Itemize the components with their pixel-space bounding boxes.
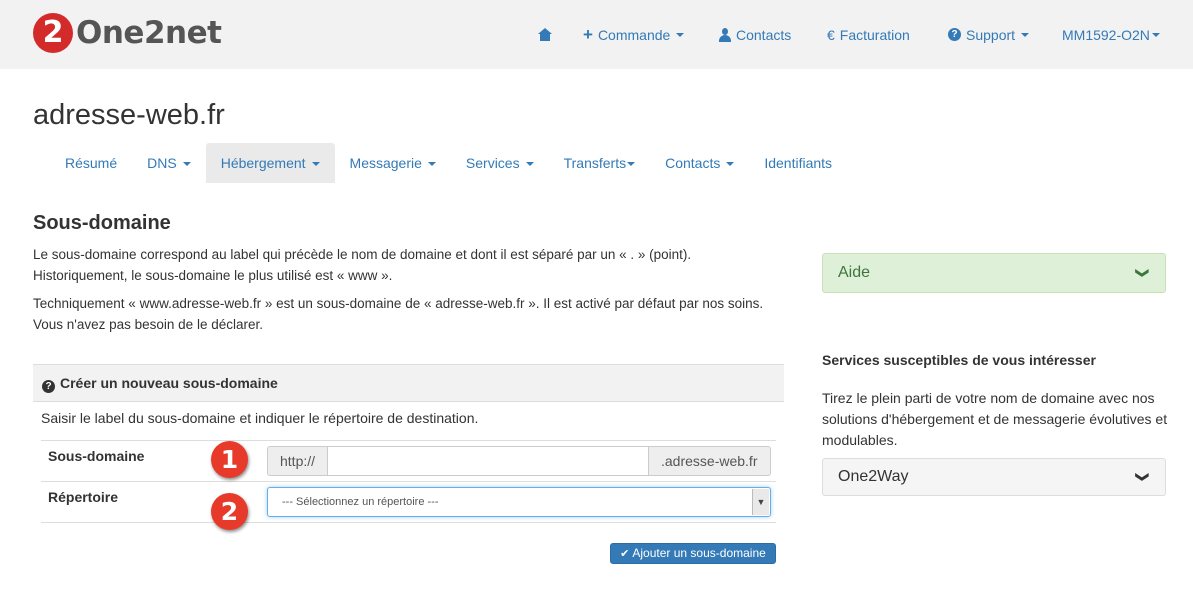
divider	[41, 440, 776, 441]
one2way-accordion[interactable]: One2Way ❯	[822, 458, 1166, 496]
directory-select[interactable]: --- Sélectionnez un répertoire --- ▼	[267, 487, 771, 517]
tab-identifiants[interactable]: Identifiants	[749, 143, 847, 183]
caret-down-icon	[627, 162, 636, 167]
domain-suffix: .adresse-web.fr	[648, 446, 771, 476]
subdomain-input-group: http:// .adresse-web.fr	[267, 446, 771, 476]
nav-contacts-label: Contacts	[736, 26, 792, 43]
protocol-prefix: http://	[267, 446, 328, 476]
domain-title: adresse-web.fr	[33, 99, 225, 131]
directory-selected-value: --- Sélectionnez un répertoire ---	[282, 496, 439, 508]
caret-down-icon	[311, 162, 320, 167]
home-icon	[538, 28, 552, 41]
divider	[41, 522, 776, 523]
nav-contacts[interactable]: Contacts	[719, 0, 791, 69]
euro-icon: €	[827, 26, 835, 43]
caret-down-icon	[182, 162, 191, 167]
nav-support[interactable]: ? Support	[948, 0, 1030, 69]
check-icon: ✔	[620, 548, 630, 560]
step-badge-1: 1	[211, 441, 248, 478]
nav-commande[interactable]: + Commande	[583, 0, 685, 69]
question-icon: ?	[948, 28, 961, 41]
logo-mark: 2	[33, 13, 73, 53]
section-title: Sous-domaine	[33, 212, 171, 234]
caret-down-icon	[1021, 32, 1030, 37]
one2way-label: One2Way	[838, 468, 909, 485]
add-subdomain-label: Ajouter un sous-domaine	[632, 546, 766, 560]
caret-down-icon	[726, 162, 735, 167]
nav-facturation-label: Facturation	[839, 26, 910, 43]
top-navbar: 2 One2net + Commande Contacts € Facturat…	[0, 0, 1193, 69]
nav-account-label: MM1592-O2N	[1062, 26, 1150, 43]
tab-messagerie[interactable]: Messagerie	[335, 143, 451, 183]
panel-title: Créer un nouveau sous-domaine	[60, 375, 278, 391]
help-accordion[interactable]: Aide ❯	[822, 253, 1166, 293]
tab-transferts[interactable]: Transferts	[549, 143, 651, 183]
services-title: Services susceptibles de vous intéresser	[822, 352, 1096, 368]
panel-description: Saisir le label du sous-domaine et indiq…	[41, 410, 479, 426]
nav-account[interactable]: MM1592-O2N	[1062, 0, 1160, 69]
nav-home[interactable]	[538, 0, 552, 69]
tab-services[interactable]: Services	[451, 143, 549, 183]
tab-resume[interactable]: Résumé	[50, 143, 132, 183]
directory-label: Répertoire	[48, 489, 119, 505]
tab-hebergement[interactable]: Hébergement	[205, 143, 335, 183]
plus-icon: +	[583, 24, 593, 44]
intro-paragraph: Le sous-domaine correspond au label qui …	[33, 247, 692, 283]
step-badge-2: 2	[211, 493, 248, 530]
question-icon: ?	[42, 380, 55, 393]
subdomain-input[interactable]	[328, 446, 648, 476]
caret-down-icon	[427, 162, 436, 167]
chevron-down-icon: ❯	[1135, 471, 1151, 483]
domain-tabs: Résumé DNS Hébergement Messagerie Servic…	[50, 143, 847, 183]
caret-down-icon	[1151, 32, 1160, 37]
brand-logo[interactable]: 2 One2net	[33, 13, 222, 53]
chevron-down-icon: ❯	[1135, 267, 1151, 279]
nav-commande-label: Commande	[597, 26, 671, 43]
nav-facturation[interactable]: € Facturation	[827, 0, 910, 69]
technical-paragraph: Techniquement « www.adresse-web.fr » est…	[33, 296, 764, 332]
nav-support-label: Support	[966, 26, 1016, 43]
create-subdomain-panel: ? Créer un nouveau sous-domaine	[33, 364, 784, 402]
caret-down-icon	[676, 32, 685, 37]
tab-contacts[interactable]: Contacts	[650, 143, 749, 183]
chevron-down-icon[interactable]: ▼	[752, 489, 769, 515]
add-subdomain-button[interactable]: ✔ Ajouter un sous-domaine	[610, 543, 776, 564]
user-icon	[719, 27, 731, 42]
divider	[41, 481, 776, 482]
caret-down-icon	[525, 162, 534, 167]
tab-dns[interactable]: DNS	[132, 143, 206, 183]
subdomain-label: Sous-domaine	[48, 448, 145, 464]
services-text: Tirez le plein parti de votre nom de dom…	[822, 390, 1168, 448]
help-label: Aide	[838, 264, 871, 281]
panel-header: ? Créer un nouveau sous-domaine	[33, 364, 784, 402]
logo-text: One2net	[76, 15, 222, 51]
